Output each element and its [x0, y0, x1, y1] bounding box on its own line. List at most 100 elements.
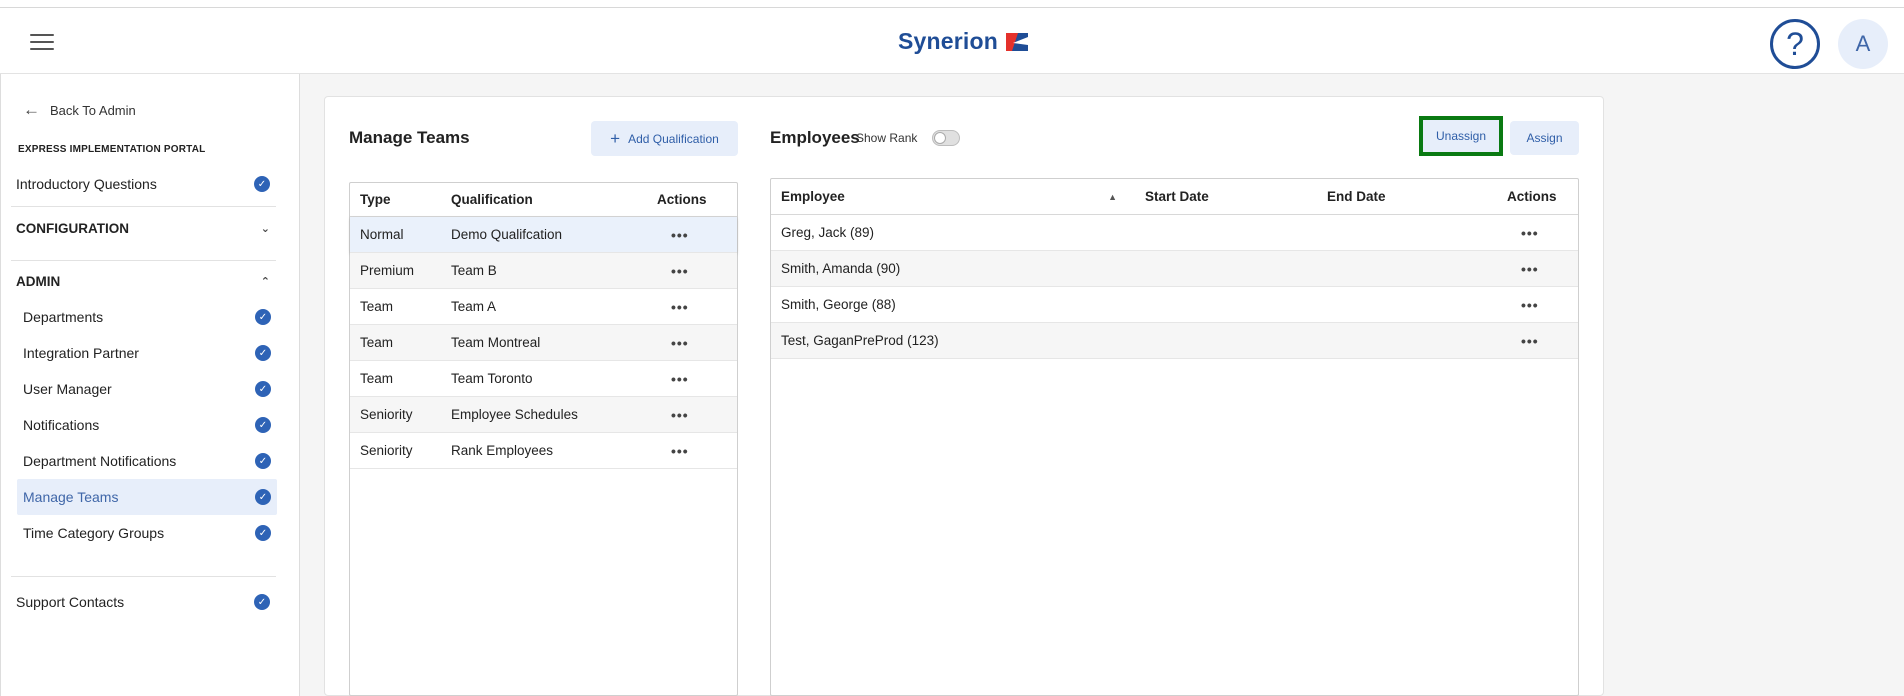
sidebar-item-introductory-questions[interactable]: Introductory Questions ✓: [16, 166, 276, 202]
check-circle-icon: ✓: [255, 525, 271, 541]
table-row[interactable]: Smith, George (88) •••: [771, 287, 1578, 323]
table-row[interactable]: Team Team Toronto •••: [350, 361, 737, 397]
hamburger-menu-icon[interactable]: [30, 34, 54, 52]
table-row[interactable]: Smith, Amanda (90) •••: [771, 251, 1578, 287]
column-header-end-date[interactable]: End Date: [1327, 189, 1507, 204]
check-circle-icon: ✓: [255, 381, 271, 397]
more-actions-icon[interactable]: •••: [1507, 261, 1539, 277]
check-circle-icon: ✓: [255, 345, 271, 361]
cell-qualification: Team Montreal: [451, 335, 541, 350]
divider: [11, 206, 276, 207]
more-actions-icon[interactable]: •••: [657, 263, 689, 279]
sidebar-item-label: Integration Partner: [23, 345, 139, 361]
toggle-knob: [934, 132, 946, 144]
table-header: Employee ▲ Start Date End Date Actions: [771, 179, 1578, 215]
cell-type: Seniority: [360, 443, 413, 458]
plus-icon: +: [610, 128, 621, 148]
sidebar-item-label: Time Category Groups: [23, 525, 165, 541]
table-row[interactable]: Premium Team B •••: [350, 253, 737, 289]
cell-qualification: Team A: [451, 299, 497, 314]
cell-employee: Smith, George (88): [781, 297, 896, 312]
section-label: ADMIN: [16, 273, 61, 289]
assign-button[interactable]: Assign: [1510, 121, 1579, 155]
more-actions-icon[interactable]: •••: [1507, 225, 1539, 241]
column-header-qualification[interactable]: Qualification: [451, 192, 657, 207]
column-header-employee[interactable]: Employee ▲: [771, 189, 1145, 204]
avatar-initial: A: [1855, 31, 1871, 56]
more-actions-icon[interactable]: •••: [657, 407, 689, 423]
back-label: Back To Admin: [50, 102, 136, 118]
cell-qualification: Team B: [451, 263, 497, 278]
sidebar-item-user-manager[interactable]: User Manager ✓: [17, 371, 277, 407]
cell-employee: Smith, Amanda (90): [781, 261, 901, 276]
table-row[interactable]: Greg, Jack (89) •••: [771, 215, 1578, 251]
check-circle-icon: ✓: [254, 176, 270, 192]
user-avatar[interactable]: A: [1838, 19, 1888, 69]
sidebar-item-label: Department Notifications: [23, 453, 177, 469]
sidebar-item-manage-teams[interactable]: Manage Teams ✓: [17, 479, 277, 515]
sidebar-item-label: Manage Teams: [23, 489, 119, 505]
more-actions-icon[interactable]: •••: [1507, 297, 1539, 313]
add-qualification-button[interactable]: + Add Qualification: [591, 121, 738, 156]
table-row[interactable]: Team Team A •••: [350, 289, 737, 325]
flag-logo-icon: [1006, 32, 1029, 51]
sidebar-item-integration-partner[interactable]: Integration Partner ✓: [17, 335, 277, 371]
table-header: Type Qualification Actions: [350, 183, 737, 217]
check-circle-icon: ✓: [255, 417, 271, 433]
cell-qualification: Employee Schedules: [451, 407, 578, 422]
column-label: Employee: [781, 189, 845, 204]
unassign-button[interactable]: Unassign: [1419, 116, 1503, 156]
check-circle-icon: ✓: [255, 309, 271, 325]
table-row[interactable]: Test, GaganPreProd (123) •••: [771, 323, 1578, 359]
help-icon: ?: [1786, 25, 1804, 62]
sidebar-section-configuration[interactable]: CONFIGURATION ⌄: [16, 210, 276, 246]
help-button[interactable]: ?: [1770, 19, 1820, 69]
app-header: Synerion ? A: [0, 8, 1904, 74]
sidebar-item-notifications[interactable]: Notifications ✓: [17, 407, 277, 443]
sidebar-item-department-notifications[interactable]: Department Notifications ✓: [17, 443, 277, 479]
sidebar: ← Back To Admin EXPRESS IMPLEMENTATION P…: [0, 74, 300, 696]
chevron-down-icon: ⌄: [260, 222, 270, 235]
more-actions-icon[interactable]: •••: [657, 299, 689, 315]
show-rank-toggle[interactable]: [932, 130, 960, 146]
check-circle-icon: ✓: [255, 489, 271, 505]
sort-ascending-icon[interactable]: ▲: [1108, 192, 1117, 202]
employees-table: Employee ▲ Start Date End Date Actions G…: [770, 178, 1579, 696]
top-border: [0, 0, 1904, 8]
cell-type: Normal: [360, 227, 404, 242]
table-row[interactable]: Seniority Rank Employees •••: [350, 433, 737, 469]
sidebar-item-departments[interactable]: Departments ✓: [17, 299, 277, 335]
qualifications-table: Type Qualification Actions Normal Demo Q…: [349, 182, 738, 696]
sidebar-item-label: Departments: [23, 309, 104, 325]
more-actions-icon[interactable]: •••: [657, 371, 689, 387]
chevron-up-icon: ⌃: [260, 275, 270, 288]
sidebar-item-label: Notifications: [23, 417, 100, 433]
portal-label: EXPRESS IMPLEMENTATION PORTAL: [18, 144, 206, 155]
manage-teams-title: Manage Teams: [349, 128, 470, 147]
cell-qualification: Rank Employees: [451, 443, 554, 458]
sidebar-item-time-category-groups[interactable]: Time Category Groups ✓: [17, 515, 277, 551]
more-actions-icon[interactable]: •••: [657, 335, 689, 351]
more-actions-icon[interactable]: •••: [657, 227, 689, 243]
divider: [11, 260, 276, 261]
table-row[interactable]: Normal Demo Qualifcation •••: [350, 217, 737, 253]
table-row[interactable]: Team Team Montreal •••: [350, 325, 737, 361]
show-rank-label: Show Rank: [856, 131, 918, 145]
table-row[interactable]: Seniority Employee Schedules •••: [350, 397, 737, 433]
check-circle-icon: ✓: [254, 594, 270, 610]
sidebar-item-label: User Manager: [23, 381, 112, 397]
column-header-start-date[interactable]: Start Date: [1145, 189, 1327, 204]
section-label: CONFIGURATION: [16, 220, 129, 236]
sidebar-item-label: Introductory Questions: [16, 176, 157, 192]
column-header-type[interactable]: Type: [350, 192, 451, 207]
more-actions-icon[interactable]: •••: [1507, 333, 1539, 349]
employees-title: Employees: [770, 128, 860, 147]
back-to-admin-link[interactable]: ← Back To Admin: [23, 100, 136, 120]
more-actions-icon[interactable]: •••: [657, 443, 689, 459]
cell-qualification: Demo Qualifcation: [451, 227, 563, 242]
sidebar-section-admin[interactable]: ADMIN ⌃: [16, 263, 276, 299]
sidebar-item-support-contacts[interactable]: Support Contacts ✓: [16, 584, 276, 620]
cell-type: Team: [360, 299, 394, 314]
divider: [11, 576, 276, 577]
cell-type: Premium: [360, 263, 415, 278]
